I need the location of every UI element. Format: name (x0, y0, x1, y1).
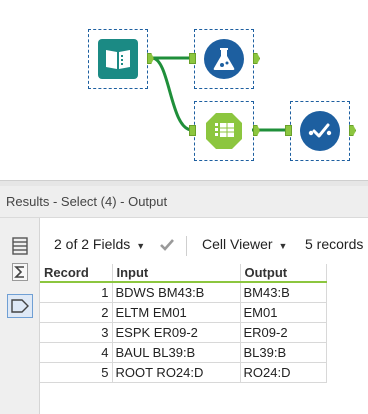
tag-icon (11, 299, 29, 313)
input-cell[interactable]: ESPK ER09-2 (111, 321, 241, 343)
table-row[interactable]: 5 ROOT RO24:D RO24:D (40, 361, 327, 383)
table-row[interactable]: 1 BDWS BM43:B BM43:B (40, 281, 327, 303)
output-cell[interactable]: RO24:D (239, 361, 327, 383)
sigma-icon (12, 263, 28, 281)
select-tool[interactable] (189, 101, 260, 161)
output-cell[interactable]: BM43:B (239, 281, 327, 303)
flask-icon (204, 39, 244, 79)
table-view-button[interactable] (7, 234, 33, 258)
table-row[interactable]: 2 ELTM EM01 EM01 (40, 301, 327, 323)
select-columns-icon (206, 113, 242, 149)
table-row[interactable]: 4 BAUL BL39:B BL39:B (40, 341, 327, 363)
browse-tool-right[interactable] (285, 101, 356, 161)
input-anchor[interactable] (285, 125, 292, 136)
input-cell[interactable]: BDWS BM43:B (111, 281, 241, 303)
cell-viewer-dropdown[interactable]: Cell Viewer ▼ (202, 236, 287, 252)
grid-header-row: Record Input Output (40, 264, 327, 283)
record-cell[interactable]: 3 (40, 321, 113, 343)
check-browse-icon (300, 111, 340, 151)
input-cell[interactable]: BAUL BL39:B (111, 341, 241, 363)
fields-dropdown[interactable]: 2 of 2 Fields ▼ (54, 236, 145, 252)
cell-viewer-label: Cell Viewer (202, 236, 273, 252)
results-grid: Record Input Output 1 BDWS BM43:B BM43:B… (40, 264, 327, 383)
input-data-tool[interactable] (88, 29, 154, 89)
input-cell[interactable]: ELTM EM01 (111, 301, 241, 323)
record-cell[interactable]: 5 (40, 361, 113, 383)
browse-tool-top[interactable] (189, 29, 260, 89)
record-count: 5 records (305, 236, 364, 252)
record-cell[interactable]: 4 (40, 341, 113, 363)
tag-view-button[interactable] (7, 294, 33, 318)
summary-view-button[interactable] (7, 260, 33, 284)
connection-input-to-select (151, 56, 193, 132)
output-cell[interactable]: EM01 (239, 301, 327, 323)
input-anchor[interactable] (189, 53, 196, 64)
output-cell[interactable]: ER09-2 (239, 321, 327, 343)
book-icon (98, 39, 138, 79)
fields-label: 2 of 2 Fields (54, 236, 131, 252)
table-icon (12, 237, 28, 255)
table-row[interactable]: 3 ESPK ER09-2 ER09-2 (40, 321, 327, 343)
checkmark-icon[interactable] (159, 238, 175, 252)
results-title: Results - Select (4) - Output (0, 186, 368, 218)
input-anchor[interactable] (189, 125, 196, 136)
record-cell[interactable]: 1 (40, 281, 113, 303)
results-toolbar: 2 of 2 Fields ▼ Cell Viewer ▼ 5 records (40, 222, 368, 264)
column-header-output[interactable]: Output (240, 264, 327, 283)
column-header-input[interactable]: Input (112, 264, 241, 283)
results-sidebar (0, 218, 40, 414)
chevron-down-icon: ▼ (278, 241, 288, 251)
chevron-down-icon: ▼ (136, 241, 146, 251)
toolbar-divider (186, 236, 187, 256)
record-cell[interactable]: 2 (40, 301, 113, 323)
workflow-canvas[interactable] (0, 0, 368, 180)
column-header-record[interactable]: Record (40, 264, 113, 283)
output-cell[interactable]: BL39:B (239, 341, 327, 363)
input-cell[interactable]: ROOT RO24:D (111, 361, 241, 383)
